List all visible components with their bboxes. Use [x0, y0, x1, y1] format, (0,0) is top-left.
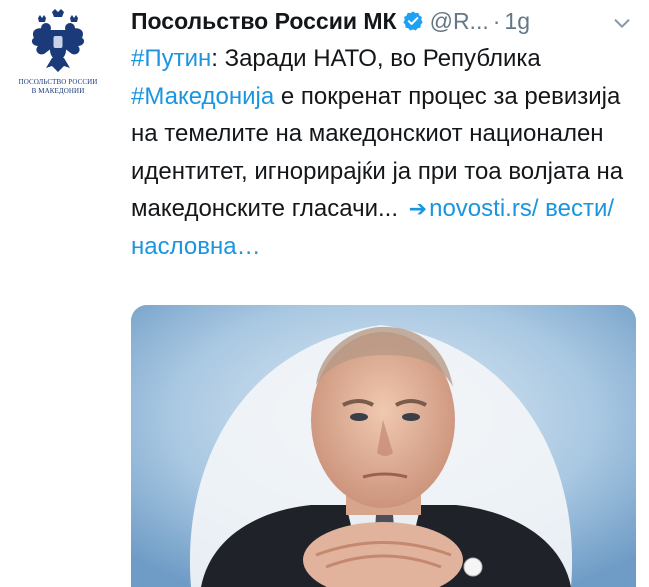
tweet-text-part-1: : Заради НАТО, во Република — [211, 45, 541, 72]
arrow-icon: ➔ — [408, 196, 428, 221]
chevron-down-icon[interactable] — [611, 12, 633, 34]
verified-badge-icon — [402, 11, 423, 31]
hashtag-macedonia[interactable]: #Македонија — [131, 83, 274, 110]
double-headed-eagle-emblem-icon — [31, 9, 85, 72]
photo-illustration — [131, 305, 636, 587]
timestamp[interactable]: 1g — [504, 8, 530, 35]
avatar[interactable]: ПОСОЛЬСТВО РОССИИ В МАКЕДОНИИ — [8, 8, 108, 100]
display-name[interactable]: Посольство России МК — [131, 8, 397, 35]
tweet-photo[interactable] — [131, 305, 636, 587]
avatar-caption-line-1: ПОСОЛЬСТВО РОССИИ — [18, 78, 98, 86]
avatar-caption: ПОСОЛЬСТВО РОССИИ В МАКЕДОНИИ — [8, 78, 108, 96]
tweet-header: Посольство России МК @R... · 1g — [131, 3, 530, 39]
avatar-caption-line-2: В МАКЕДОНИИ — [31, 87, 85, 95]
hashtag-putin[interactable]: #Путин — [131, 45, 211, 72]
user-handle[interactable]: @R... — [430, 8, 489, 35]
tweet-text: #Путин: Заради НАТО, во Република #Макед… — [131, 40, 641, 265]
separator-dot: · — [492, 7, 501, 34]
